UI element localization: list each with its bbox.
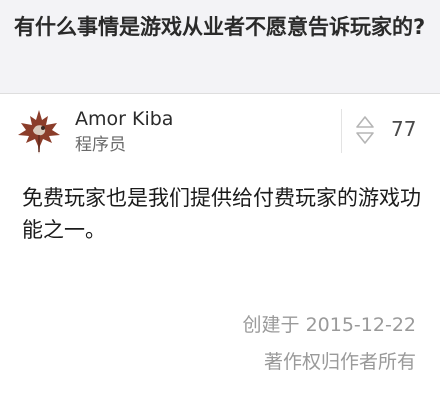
answer-page: 有什么事情是游戏从业者不愿意告诉玩家的? Amor Kiba 程序员 77 免费… — [0, 0, 440, 403]
copyright-notice: 著作权归作者所有 — [263, 351, 416, 373]
question-title[interactable]: 有什么事情是游戏从业者不愿意告诉玩家的? — [14, 13, 434, 42]
answer-text: 免费玩家也是我们提供给付费玩家的游戏功能之一。 — [22, 186, 421, 242]
vote-arrows-icon[interactable] — [354, 113, 376, 147]
author-name[interactable]: Amor Kiba — [75, 107, 173, 131]
vote-count: 77 — [391, 117, 417, 141]
author-bio: 程序员 — [75, 135, 126, 155]
author-row[interactable]: Amor Kiba 程序员 77 — [0, 95, 440, 163]
question-header[interactable]: 有什么事情是游戏从业者不愿意告诉玩家的? — [0, 0, 440, 94]
vote-divider — [341, 109, 342, 153]
created-date: 创建于 2015-12-22 — [242, 314, 416, 336]
maple-leaf-avatar-icon[interactable] — [15, 108, 63, 154]
